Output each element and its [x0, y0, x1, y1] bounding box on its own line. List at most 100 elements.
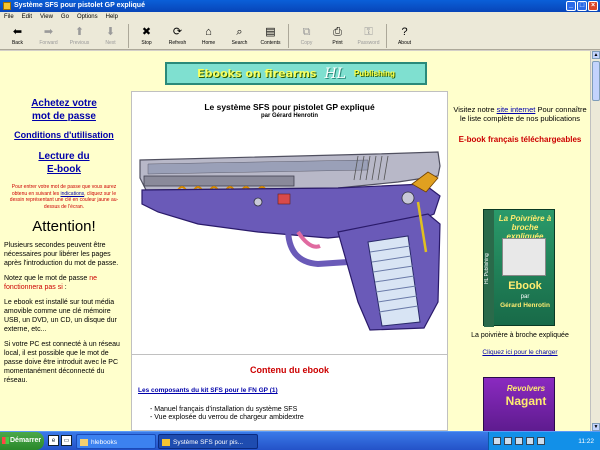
page-content: Ebooks on firearms HL Publishing Achetez… — [0, 51, 590, 431]
menu-options[interactable]: Options — [77, 12, 98, 22]
menu-edit[interactable]: Edit — [22, 12, 32, 22]
password-button[interactable]: ⚿ Password — [353, 22, 384, 50]
contents-icon: ▤ — [265, 26, 276, 38]
buy-password-link[interactable]: Achetez votre mot de passe — [0, 97, 128, 123]
banner-text-publishing: Publishing — [353, 69, 395, 78]
back-button[interactable]: ⬅ Back — [2, 22, 33, 50]
app-icon — [3, 2, 11, 10]
refresh-icon: ⟳ — [172, 26, 183, 38]
toolbar: ⬅ Back ➡ Forward ⬆ Previous ⬇ Next ✖ Stop ⟳ Refresh… — [0, 22, 600, 50]
indications-link[interactable]: indications — [61, 191, 85, 197]
banner-text-ebooks: Ebooks on firearms — [197, 67, 317, 80]
cover2-title2: Nagant — [505, 394, 547, 408]
toolbar-label: About — [397, 40, 412, 46]
print-button[interactable]: ⎙ Print — [322, 22, 353, 50]
taskbar-item-sfs[interactable]: Système SFS pour pis... — [158, 434, 258, 449]
menu-help[interactable]: Help — [106, 12, 118, 22]
home-button[interactable]: ⌂ Home — [193, 22, 224, 50]
banner-logo-hl: HL — [324, 65, 346, 82]
contents-button[interactable]: ▤ Contents — [255, 22, 286, 50]
vertical-scrollbar[interactable]: ▲ ▼ — [590, 51, 600, 431]
taskbar-item-hlebooks[interactable]: hlebooks — [76, 434, 156, 449]
toolbar-label: Home — [201, 40, 216, 46]
tray-icon[interactable] — [537, 437, 545, 445]
minimize-button[interactable]: _ — [566, 1, 576, 11]
read-ebook-link[interactable]: Lecture du E-book — [0, 150, 128, 176]
visit-website-text: Visitez notre site internet Pour connaît… — [453, 105, 587, 123]
tray-icon[interactable] — [493, 437, 501, 445]
stop-button[interactable]: ✖ Stop — [131, 22, 162, 50]
french-ebooks-heading: E-book français téléchargeables — [458, 135, 582, 144]
toolbar-label: Copy — [300, 40, 313, 46]
list-item: - Vue explosée du verrou de chargeur amb… — [150, 414, 304, 421]
tray-icon[interactable] — [515, 437, 523, 445]
cover-par: par — [520, 294, 530, 300]
desktop-icon[interactable]: ▭ — [61, 435, 72, 446]
publisher-banner[interactable]: Ebooks on firearms HL Publishing — [165, 62, 427, 85]
stop-icon: ✖ — [141, 26, 152, 38]
previous-button[interactable]: ⬆ Previous — [64, 22, 95, 50]
previous-icon: ⬆ — [74, 26, 85, 38]
menubar: File Edit View Go Options Help — [0, 12, 600, 22]
window-titlebar[interactable]: Système SFS pour pistolet GP expliqué _ … — [0, 0, 600, 12]
next-button[interactable]: ⬇ Next — [95, 22, 126, 50]
contents-list: - Manuel français d'installation du syst… — [150, 406, 304, 422]
toolbar-label: Stop — [141, 40, 152, 46]
book-cover-poivriere[interactable]: HL Publishing La Poivrière à broche expl… — [483, 209, 555, 327]
system-tray: 11:22 — [488, 432, 600, 450]
taskbar: Démarrer e ▭ hlebooks Système SFS pour p… — [0, 431, 600, 450]
cover-ebook-label: Ebook — [508, 280, 542, 292]
folder-icon — [80, 439, 88, 446]
menu-view[interactable]: View — [40, 12, 53, 22]
sfs-components-link[interactable]: Les composants du kit SFS pour le FN GP … — [138, 387, 278, 394]
scroll-thumb[interactable] — [592, 61, 600, 101]
book-cover-nagant[interactable]: Revolvers Nagant — [483, 377, 555, 431]
toolbar-separator — [288, 24, 289, 48]
website-link[interactable]: site internet — [497, 105, 536, 114]
center-column: Le système SFS pour pistolet GP expliqué… — [131, 91, 448, 431]
para-removable-media: Le ebook est installé sur tout média amo… — [4, 299, 117, 333]
about-icon: ? — [401, 26, 408, 38]
cover2-title1: Revolvers — [506, 384, 546, 393]
back-arrow-icon: ⬅ — [12, 26, 23, 38]
copy-button[interactable]: ⧉ Copy — [291, 22, 322, 50]
windows-logo-icon — [2, 437, 9, 444]
download-link[interactable]: Cliquez ici pour le charger — [460, 349, 580, 356]
toolbar-label: Password — [357, 40, 380, 46]
tray-icon[interactable] — [526, 437, 534, 445]
cover-revolver-image — [502, 238, 546, 276]
about-button[interactable]: ? About — [389, 22, 420, 50]
copy-icon: ⧉ — [302, 26, 311, 38]
scroll-down-arrow[interactable]: ▼ — [592, 423, 600, 431]
para-network: Si votre PC est connecté à un réseau loc… — [4, 341, 120, 384]
page-author: par Gérard Henrotin — [260, 113, 318, 119]
menu-file[interactable]: File — [4, 12, 14, 22]
section-divider — [132, 354, 447, 355]
page-title: Le système SFS pour pistolet GP expliqué — [204, 102, 375, 112]
start-button[interactable]: Démarrer — [0, 432, 44, 450]
refresh-button[interactable]: ⟳ Refresh — [162, 22, 193, 50]
forward-arrow-icon: ➡ — [43, 26, 54, 38]
password-note: Pour entrer votre mot de passe que vous … — [9, 184, 119, 210]
next-icon: ⬇ — [105, 26, 116, 38]
menu-go[interactable]: Go — [61, 12, 69, 22]
ie-icon[interactable]: e — [48, 435, 59, 446]
para-warning: Notez que le mot de passe ne fonctionner… — [4, 275, 98, 291]
toolbar-separator — [128, 24, 129, 48]
forward-button[interactable]: ➡ Forward — [33, 22, 64, 50]
cover-title: La Poivrière à broche expliquée — [498, 214, 552, 241]
tray-icon[interactable] — [504, 437, 512, 445]
cover-spine: HL Publishing — [484, 210, 494, 327]
scroll-up-arrow[interactable]: ▲ — [592, 51, 600, 59]
toolbar-label: Refresh — [168, 40, 187, 46]
toolbar-label: Previous — [69, 40, 90, 46]
maximize-button[interactable]: □ — [577, 1, 587, 11]
para-delay: Plusieurs secondes peuvent être nécessai… — [4, 242, 119, 267]
search-button[interactable]: ⌕ Search — [224, 22, 255, 50]
conditions-link[interactable]: Conditions d'utilisation — [0, 129, 128, 142]
cover-author: Gérard Henrotin — [500, 302, 550, 309]
quick-launch: e ▭ — [48, 435, 72, 446]
toolbar-label: Next — [105, 40, 116, 46]
close-button[interactable]: × — [588, 1, 598, 11]
home-icon: ⌂ — [205, 26, 212, 38]
